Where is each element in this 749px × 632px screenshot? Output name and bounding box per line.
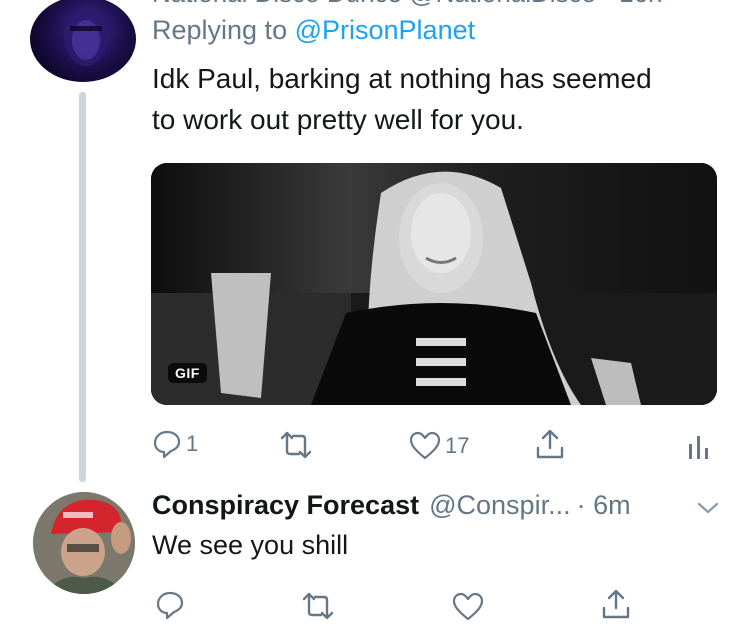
- retweet-icon: [302, 592, 334, 620]
- tweet-menu-button[interactable]: [696, 500, 720, 521]
- reply2-like-button[interactable]: [452, 592, 484, 622]
- reply2-retweet-button[interactable]: [301, 592, 335, 620]
- tweet-text: Idk Paul, barking at nothing has seemed …: [152, 58, 732, 140]
- gif-badge: GIF: [168, 363, 207, 383]
- reply2-reply-button[interactable]: [155, 590, 185, 620]
- tweet-header-text: National Disco Dunce @NationalDisco · 16…: [152, 0, 663, 8]
- reply-count: 1: [186, 431, 199, 456]
- reply-icon: [156, 591, 184, 620]
- retweet-icon: [280, 431, 312, 459]
- reply-header: Conspiracy Forecast @Conspir... · 6m: [152, 490, 631, 521]
- like-count: 17: [445, 433, 470, 458]
- tweet-avatar[interactable]: [30, 0, 136, 82]
- replying-handle-link[interactable]: @PrisonPlanet: [295, 15, 476, 45]
- like-icon: [452, 592, 484, 621]
- replying-to: Replying to @PrisonPlanet: [152, 15, 475, 46]
- reply-button[interactable]: 1: [152, 429, 198, 459]
- analytics-icon: [689, 436, 708, 459]
- chevron-down-icon: [697, 502, 719, 514]
- tweet-text-line-1: Idk Paul, barking at nothing has seemed: [152, 63, 652, 94]
- tweet-header-cut: National Disco Dunce @NationalDisco · 16…: [152, 0, 712, 8]
- reply-timestamp[interactable]: · 6m: [577, 490, 631, 521]
- reply-author-name[interactable]: Conspiracy Forecast: [152, 490, 419, 521]
- like-icon: [409, 431, 441, 460]
- replying-prefix: Replying to: [152, 15, 288, 45]
- reply-avatar[interactable]: [33, 492, 135, 594]
- analytics-button[interactable]: [688, 430, 710, 460]
- share-icon: [602, 589, 630, 619]
- reply-text: We see you shill: [152, 530, 349, 560]
- share-button[interactable]: [535, 428, 565, 460]
- reply-author-handle[interactable]: @Conspir...: [429, 490, 570, 521]
- tweet-text-line-2: to work out pretty well for you.: [152, 104, 524, 135]
- thread-line: [79, 92, 86, 482]
- reply-icon: [153, 430, 181, 459]
- share-icon: [536, 429, 564, 459]
- retweet-button[interactable]: [279, 431, 313, 459]
- reply2-share-button[interactable]: [601, 588, 631, 620]
- like-button[interactable]: 17: [409, 431, 469, 461]
- gif-media[interactable]: GIF: [151, 163, 717, 405]
